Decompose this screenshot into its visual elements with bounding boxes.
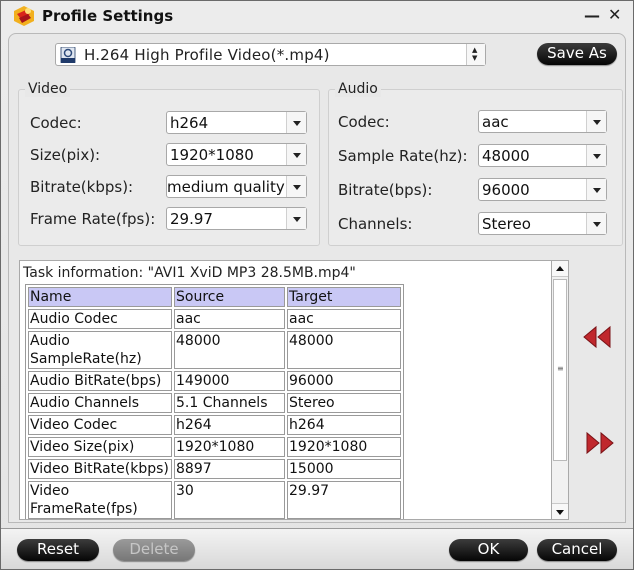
scrollbar-thumb[interactable]: ≡ [553,279,567,461]
audio-codec-value: aac [482,113,509,131]
profile-dropdown[interactable]: H.264 High Profile Video(*.mp4) ▲ ▼ [55,43,486,66]
video-framerate-value: 29.97 [170,210,213,228]
row-target: Stereo [287,393,401,413]
table-header-row: Name Source Target [28,287,401,307]
chevron-down-icon[interactable] [286,208,306,229]
row-name: Video Size(pix) [28,437,172,457]
audio-codec-label: Codec: [338,113,390,131]
delete-button[interactable]: Delete [113,539,195,561]
audio-channels-dropdown[interactable]: Stereo [478,212,607,235]
fast-forward-icon[interactable] [585,431,615,455]
video-size-value: 1920*1080 [170,146,254,164]
video-framerate-label: Frame Rate(fps): [30,210,156,228]
table-row: Video BitRate(kbps) 8897 15000 [28,459,401,479]
table-row: Audio Channels 5.1 Channels Stereo [28,393,401,413]
row-target: 29.97 [287,481,401,519]
chevron-down-icon[interactable] [286,112,306,133]
audio-bitrate-value: 96000 [482,181,530,199]
row-target: 1920*1080 [287,437,401,457]
mp4-format-icon [60,47,76,63]
row-source: 5.1 Channels [174,393,285,413]
video-codec-value: h264 [170,114,209,132]
audio-bitrate-dropdown[interactable]: 96000 [478,178,607,201]
row-target: 15000 [287,459,401,479]
scroll-up-arrow-icon[interactable] [552,261,568,277]
row-source: 149000 [174,371,285,391]
task-info-panel: Task information: "AVI1 XviD MP3 28.5MB.… [19,260,569,520]
row-source: h264 [174,415,285,435]
audio-group-title: Audio [335,81,381,97]
save-as-button[interactable]: Save As [537,43,617,65]
chevron-down-icon[interactable] [586,145,606,166]
video-bitrate-dropdown[interactable]: medium quality [166,175,307,198]
video-framerate-dropdown[interactable]: 29.97 [166,207,307,230]
audio-channels-label: Channels: [338,215,413,233]
grip-icon: ≡ [557,364,564,373]
table-row: Audio Codec aac aac [28,309,401,329]
audio-channels-value: Stereo [482,215,531,233]
row-name: Video Codec [28,415,172,435]
video-bitrate-label: Bitrate(kbps): [30,178,134,196]
audio-samplerate-dropdown[interactable]: 48000 [478,144,607,167]
profile-spinner[interactable]: ▲ ▼ [466,44,485,65]
video-codec-dropdown[interactable]: h264 [166,111,307,134]
row-source: aac [174,309,285,329]
video-bitrate-value: medium quality [167,178,285,196]
chevron-down-icon[interactable] [586,213,606,234]
column-header-target: Target [287,287,401,307]
table-row: Audio BitRate(bps) 149000 96000 [28,371,401,391]
table-row: Video Size(pix) 1920*1080 1920*1080 [28,437,401,457]
chevron-down-icon[interactable] [286,176,306,197]
task-info-table: Name Source Target Audio Codec aac aac A… [25,284,404,519]
ok-button[interactable]: OK [449,539,528,561]
video-size-label: Size(pix): [30,146,101,164]
window-title: Profile Settings [42,7,174,25]
task-info-label: Task information: "AVI1 XviD MP3 28.5MB.… [23,265,356,281]
video-size-dropdown[interactable]: 1920*1080 [166,143,307,166]
audio-samplerate-value: 48000 [482,147,530,165]
row-name: Video BitRate(kbps) [28,459,172,479]
audio-codec-dropdown[interactable]: aac [478,110,607,133]
app-logo-icon [14,6,34,26]
rewind-icon[interactable] [582,325,612,349]
profile-selected-value: H.264 High Profile Video(*.mp4) [84,46,330,64]
chevron-down-icon[interactable] [586,111,606,132]
profile-settings-window: Profile Settings — ✕ H.264 High Profile … [0,0,634,570]
row-target: 96000 [287,371,401,391]
row-name: Audio Codec [28,309,172,329]
audio-samplerate-label: Sample Rate(hz): [338,147,468,165]
close-button[interactable]: ✕ [608,7,621,23]
scroll-down-arrow-icon[interactable] [552,503,568,519]
spin-up-icon: ▲ [472,46,478,54]
reset-button[interactable]: Reset [17,539,99,561]
audio-bitrate-label: Bitrate(bps): [338,181,433,199]
video-group-title: Video [25,81,71,97]
row-source: 8897 [174,459,285,479]
table-row: Audio SampleRate(hz) 48000 48000 [28,331,401,369]
cancel-button[interactable]: Cancel [537,539,617,561]
row-source: 30 [174,481,285,519]
video-codec-label: Codec: [30,114,82,132]
row-target: 48000 [287,331,401,369]
table-row: Video Codec h264 h264 [28,415,401,435]
row-name: Video FrameRate(fps) [28,481,172,519]
row-name: Audio Channels [28,393,172,413]
row-name: Audio BitRate(bps) [28,371,172,391]
title-bar: Profile Settings — ✕ [1,1,633,31]
task-info-scrollbar[interactable]: ≡ [551,260,569,520]
table-row: Video FrameRate(fps) 30 29.97 [28,481,401,519]
column-header-source: Source [174,287,285,307]
column-header-name: Name [28,287,172,307]
chevron-down-icon[interactable] [586,179,606,200]
row-target: aac [287,309,401,329]
spin-down-icon: ▼ [472,54,478,62]
row-name: Audio SampleRate(hz) [28,331,172,369]
chevron-down-icon[interactable] [286,144,306,165]
row-target: h264 [287,415,401,435]
minimize-button[interactable]: — [584,8,600,24]
row-source: 48000 [174,331,285,369]
row-source: 1920*1080 [174,437,285,457]
